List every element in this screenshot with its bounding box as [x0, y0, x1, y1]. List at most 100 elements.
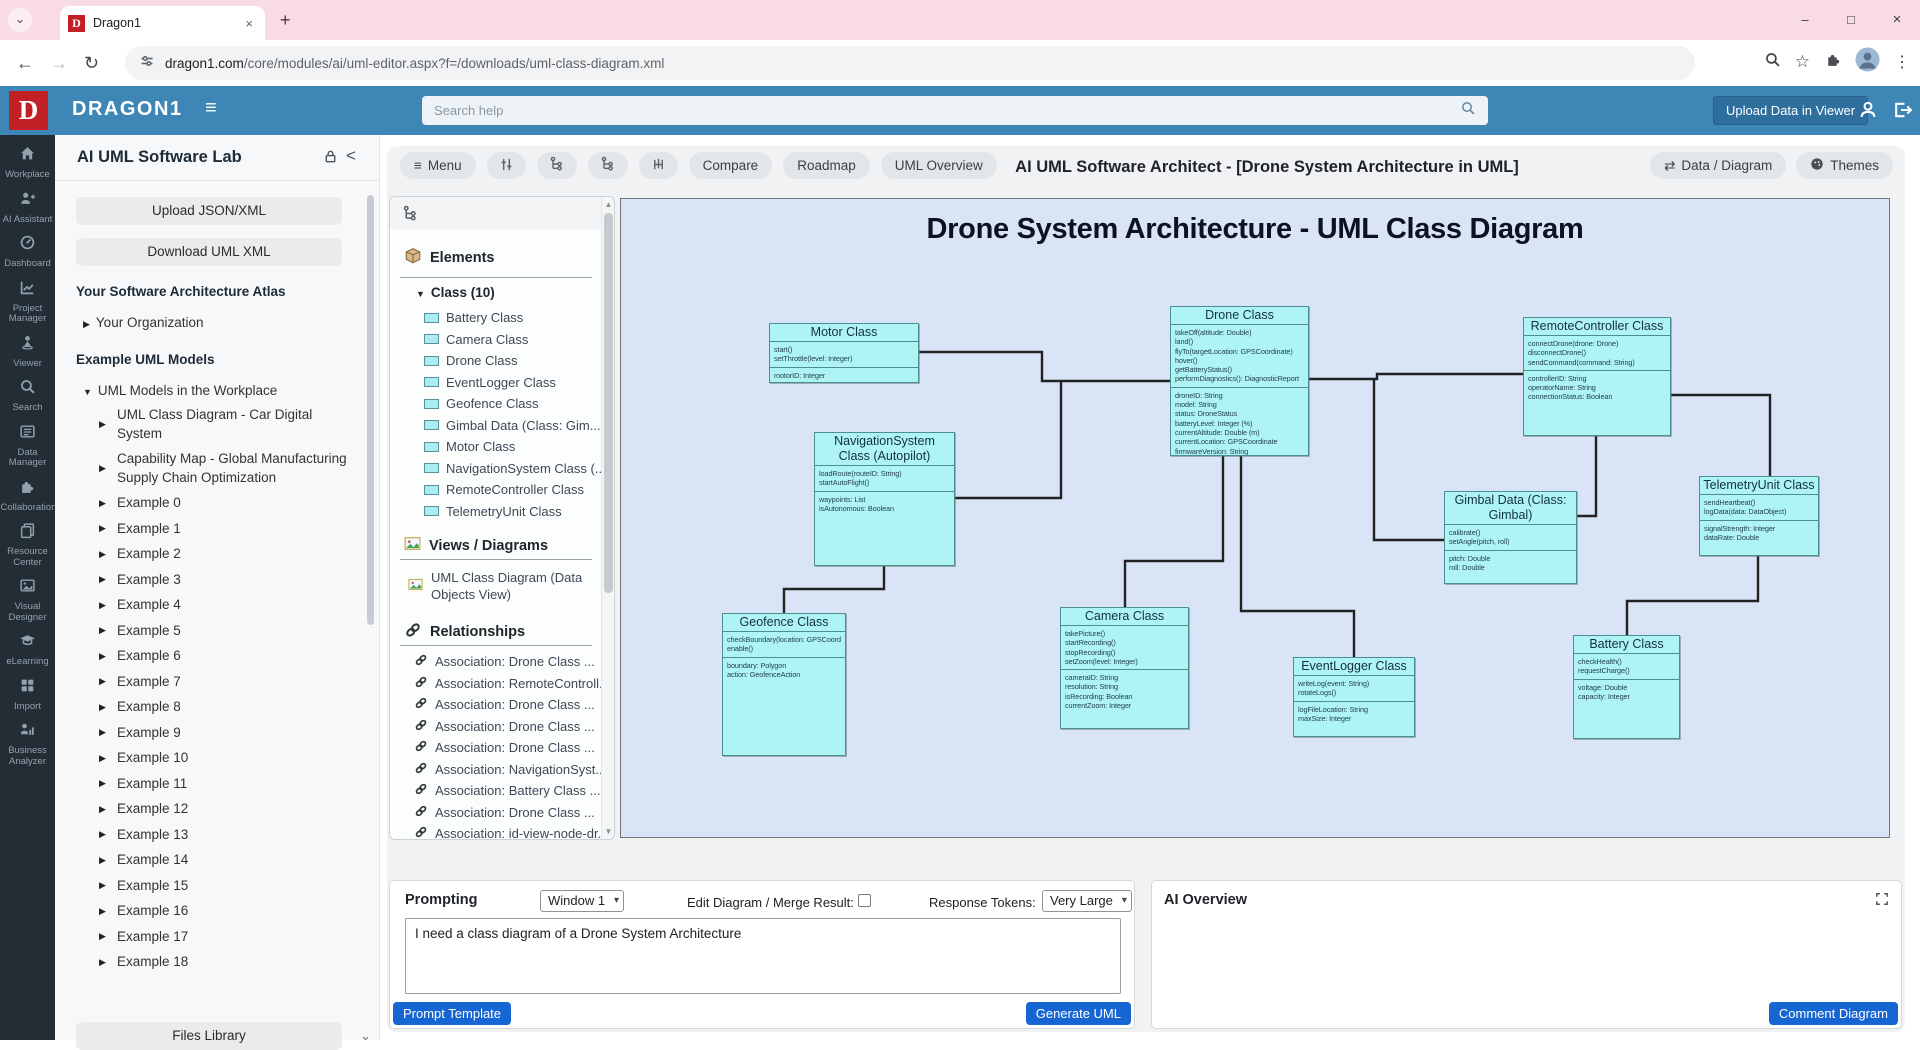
class-item-remotecontroller-class[interactable]: RemoteController Class	[424, 479, 604, 501]
relationship-item-4[interactable]: Association: Drone Class ...	[414, 737, 606, 759]
rail-item-resource-center[interactable]: Resource Center	[0, 522, 55, 568]
collapse-panel-icon[interactable]: <	[346, 146, 356, 166]
tree-item-example-14[interactable]: ▶Example 14	[99, 851, 361, 870]
window-close-button[interactable]: ×	[1874, 0, 1920, 40]
new-tab-button[interactable]: +	[280, 10, 291, 30]
data-diagram-toggle-button[interactable]: ⇄Data / Diagram	[1650, 152, 1786, 179]
association-connector-8[interactable]	[1671, 395, 1770, 476]
tree-item-example-1[interactable]: ▶Example 1	[99, 520, 361, 539]
window-minimize-button[interactable]: –	[1782, 0, 1828, 40]
hamburger-menu-icon[interactable]: ≡	[205, 97, 217, 120]
relationship-item-1[interactable]: Association: RemoteControll...	[414, 673, 606, 695]
class-item-gimbal-data-class-gim[interactable]: Gimbal Data (Class: Gim...	[424, 415, 604, 437]
tree-item-uml-class-diagram-car-digital-system[interactable]: ▶UML Class Diagram - Car Digital System	[99, 406, 361, 443]
tree-item-example-16[interactable]: ▶Example 16	[99, 902, 361, 921]
association-connector-1[interactable]	[955, 381, 1061, 498]
explorer-scrollbar[interactable]: ▲ ▼	[601, 197, 614, 839]
back-icon[interactable]: ←	[16, 53, 34, 74]
relationship-item-5[interactable]: Association: NavigationSyst...	[414, 759, 606, 781]
scroll-up-arrow-icon[interactable]: ▲	[602, 200, 615, 209]
rail-item-ai-assistant[interactable]: AI Assistant	[0, 190, 55, 226]
diagram-canvas[interactable]: Drone System Architecture - UML Class Di…	[620, 198, 1890, 838]
uml-class-battery-class[interactable]: Battery ClasscheckHealth()requestCharge(…	[1573, 635, 1680, 739]
roadmap-button[interactable]: Roadmap	[783, 152, 870, 179]
prompt-template-button[interactable]: Prompt Template	[393, 1002, 511, 1025]
uml-class-remotecontroller-class[interactable]: RemoteController ClassconnectDrone(drone…	[1523, 317, 1671, 436]
uml-overview-button[interactable]: UML Overview	[881, 152, 997, 179]
rail-item-data-manager[interactable]: Data Manager	[0, 423, 55, 469]
uml-class-motor-class[interactable]: Motor Classstart()setThrottle(level: Int…	[769, 323, 919, 383]
response-tokens-select[interactable]: Very Large	[1042, 890, 1132, 912]
relationship-item-8[interactable]: Association: id-view-node-dr...	[414, 823, 606, 840]
rail-item-project-manager[interactable]: Project Manager	[0, 279, 55, 325]
association-connector-9[interactable]	[1627, 556, 1758, 635]
rail-item-workplace[interactable]: Workplace	[0, 145, 55, 181]
user-account-icon[interactable]	[1857, 99, 1879, 126]
tree-root-uml-models[interactable]: ▼UML Models in the Workplace	[83, 383, 277, 398]
tab-search-button[interactable]: ⌄	[8, 8, 32, 32]
upload-json-xml-button[interactable]: Upload JSON/XML	[76, 197, 342, 225]
rail-item-collaboration[interactable]: Collaboration	[0, 478, 55, 514]
logout-icon[interactable]	[1890, 99, 1912, 126]
association-connector-4[interactable]	[1241, 456, 1354, 657]
forward-icon[interactable]: →	[50, 53, 68, 74]
uml-class-drone-class[interactable]: Drone ClasstakeOff(altitude: Double)land…	[1170, 306, 1309, 456]
tree-item-example-3[interactable]: ▶Example 3	[99, 571, 361, 590]
tree-item-example-12[interactable]: ▶Example 12	[99, 800, 361, 819]
window-select[interactable]: Window 1	[540, 890, 624, 912]
compare-button[interactable]: Compare	[689, 152, 773, 179]
tree-item-your-organization[interactable]: ▶Your Organization	[83, 315, 204, 330]
tree-item-example-7[interactable]: ▶Example 7	[99, 673, 361, 692]
themes-button[interactable]: Themes	[1796, 152, 1893, 179]
uml-class-camera-class[interactable]: Camera ClasstakePicture()startRecording(…	[1060, 607, 1189, 729]
class-item-battery-class[interactable]: Battery Class	[424, 307, 604, 329]
tree-item-capability-map-global-manufacturing-supply-chain-optimization[interactable]: ▶Capability Map - Global Manufacturing S…	[99, 450, 361, 487]
relationship-item-0[interactable]: Association: Drone Class ...	[414, 651, 606, 673]
generate-uml-button[interactable]: Generate UML	[1026, 1002, 1131, 1025]
uml-class-eventlogger-class[interactable]: EventLogger ClasswriteLog(event: String)…	[1293, 657, 1415, 737]
rail-item-business-analyzer[interactable]: Business Analyzer	[0, 721, 55, 767]
uml-class-navigationsystem-class-autopilot[interactable]: NavigationSystem Class (Autopilot)loadRo…	[814, 432, 955, 566]
rail-item-viewer[interactable]: Viewer	[0, 334, 55, 370]
tree-item-example-5[interactable]: ▶Example 5	[99, 622, 361, 641]
rail-item-import[interactable]: Import	[0, 677, 55, 713]
relationship-item-7[interactable]: Association: Drone Class ...	[414, 802, 606, 824]
class-item-eventlogger-class[interactable]: EventLogger Class	[424, 372, 604, 394]
download-uml-xml-button[interactable]: Download UML XML	[76, 238, 342, 266]
tree-item-example-17[interactable]: ▶Example 17	[99, 928, 361, 947]
edit-merge-checkbox[interactable]	[858, 894, 871, 907]
association-connector-7[interactable]	[1577, 436, 1596, 516]
search-icon[interactable]	[1460, 100, 1476, 121]
association-connector-3[interactable]	[1125, 456, 1223, 607]
class-item-camera-class[interactable]: Camera Class	[424, 329, 604, 351]
menu-button[interactable]: ≡Menu	[400, 152, 476, 179]
association-connector-2[interactable]	[784, 566, 884, 613]
panel-scrollbar[interactable]	[367, 195, 374, 625]
tree-item-example-6[interactable]: ▶Example 6	[99, 647, 361, 666]
dragon1-logo[interactable]: D	[9, 91, 48, 130]
tree-item-example-9[interactable]: ▶Example 9	[99, 724, 361, 743]
upload-data-in-viewer-button[interactable]: Upload Data in Viewer	[1713, 96, 1868, 125]
expand-icon[interactable]	[1875, 892, 1889, 911]
files-library-button[interactable]: Files Library	[76, 1022, 342, 1050]
swimlane-view-button[interactable]	[639, 152, 678, 179]
view-item-uml-class-diagram[interactable]: UML Class Diagram (Data Objects View)	[408, 569, 598, 603]
site-settings-icon[interactable]	[139, 53, 155, 74]
uml-class-geofence-class[interactable]: Geofence ClasscheckBoundary(location: GP…	[722, 613, 846, 756]
relationship-item-6[interactable]: Association: Battery Class ...	[414, 780, 606, 802]
prompt-input[interactable]: I need a class diagram of a Drone System…	[405, 918, 1121, 994]
tree-item-example-4[interactable]: ▶Example 4	[99, 596, 361, 615]
tree-item-example-10[interactable]: ▶Example 10	[99, 749, 361, 768]
class-item-motor-class[interactable]: Motor Class	[424, 436, 604, 458]
bookmark-star-icon[interactable]: ☆	[1795, 52, 1810, 72]
association-connector-6[interactable]	[1374, 379, 1444, 540]
lock-icon[interactable]	[323, 149, 338, 169]
tab-close-icon[interactable]: ×	[241, 14, 257, 33]
rail-item-visual-designer[interactable]: Visual Designer	[0, 577, 55, 623]
class-group-header[interactable]: ▼Class (10)	[416, 285, 495, 300]
scroll-down-arrow-icon[interactable]: ▼	[602, 827, 615, 836]
tree-item-example-8[interactable]: ▶Example 8	[99, 698, 361, 717]
class-item-telemetryunit-class[interactable]: TelemetryUnit Class	[424, 501, 604, 523]
tree-item-example-18[interactable]: ▶Example 18	[99, 953, 361, 972]
relationship-item-2[interactable]: Association: Drone Class ...	[414, 694, 606, 716]
